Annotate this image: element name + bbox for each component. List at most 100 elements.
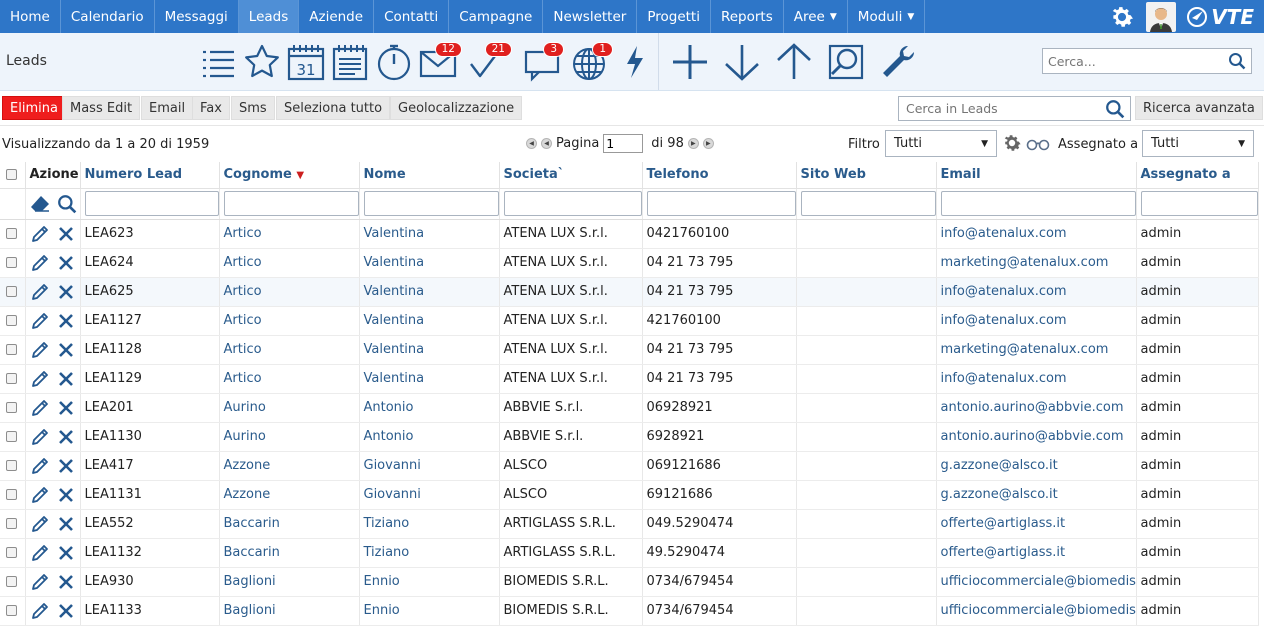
table-row[interactable]: LEA417 Azzone Giovanni ALSCO 069121686 g.azzo… [0,451,1259,481]
delete-x-icon[interactable] [57,312,75,330]
row-checkbox[interactable] [6,518,17,529]
delete-x-icon[interactable] [57,283,75,301]
leads-search-input[interactable] [899,98,1105,119]
cell-email[interactable]: ufficiocommerciale@biomedis.it [936,567,1137,597]
export-arrow-up-icon[interactable] [772,39,816,85]
row-checkbox[interactable] [6,228,17,239]
prev-page-icon[interactable]: ◀ [541,138,552,149]
column-header-cognome[interactable]: Cognome ▼ [219,162,360,189]
last-page-icon[interactable]: ▶ [702,138,714,149]
cell-email[interactable]: g.azzone@alsco.it [936,480,1137,510]
tasks-check-icon[interactable]: 21 [464,39,512,85]
advanced-search-button[interactable]: Ricerca avanzata [1135,96,1263,120]
table-row[interactable]: LEA1127 Artico Valentina ATENA LUX S.r.l. 42… [0,306,1259,336]
delete-x-icon[interactable] [57,573,75,591]
edit-pencil-icon[interactable] [30,514,50,534]
global-search-icon[interactable] [1228,52,1251,70]
nav-item-contatti[interactable]: Contatti [374,0,450,33]
cell-cognome[interactable]: Artico [219,219,360,249]
edit-pencil-icon[interactable] [30,369,50,389]
cell-email[interactable]: antonio.aurino@abbvie.com [936,422,1137,452]
nav-item-leads[interactable]: Leads [238,0,300,33]
row-checkbox[interactable] [6,576,17,587]
table-row[interactable]: LEA625 Artico Valentina ATENA LUX S.r.l. 04 … [0,277,1259,307]
nav-item-moduli[interactable]: Moduli ▼ [848,0,926,33]
find-duplicates-icon[interactable] [824,39,868,85]
assigned-to-select[interactable]: Tutti ▼ [1142,130,1254,157]
delete-x-icon[interactable] [57,515,75,533]
cell-nome[interactable]: Valentina [359,364,500,394]
delete-x-icon[interactable] [57,486,75,504]
table-row[interactable]: LEA1128 Artico Valentina ATENA LUX S.r.l. 04… [0,335,1259,365]
cell-nome[interactable]: Antonio [359,422,500,452]
cell-cognome[interactable]: Artico [219,335,360,365]
cell-cognome[interactable]: Azzone [219,451,360,481]
nav-item-messaggi[interactable]: Messaggi [155,0,239,33]
lightning-icon[interactable] [612,39,656,85]
view-glasses-icon[interactable] [1026,137,1050,151]
edit-pencil-icon[interactable] [30,340,50,360]
filter-societa-input[interactable] [503,191,641,216]
filter-select[interactable]: Tutti ▼ [885,130,997,157]
row-checkbox[interactable] [6,460,17,471]
select-all-button[interactable]: Seleziona tutto [276,96,391,120]
first-page-icon[interactable]: ◀ [526,138,537,149]
table-row[interactable]: LEA201 Aurino Antonio ABBVIE S.r.l. 06928921… [0,393,1259,423]
edit-pencil-icon[interactable] [30,456,50,476]
cell-nome[interactable]: Valentina [359,277,500,307]
table-row[interactable]: LEA1130 Aurino Antonio ABBVIE S.r.l. 6928921… [0,422,1259,452]
chat-icon[interactable]: 3 [520,39,564,85]
cell-cognome[interactable]: Azzone [219,480,360,510]
nav-item-campagne[interactable]: Campagne [449,0,544,33]
row-checkbox[interactable] [6,315,17,326]
cell-nome[interactable]: Ennio [359,596,500,626]
cell-cognome[interactable]: Baglioni [219,596,360,626]
row-checkbox[interactable] [6,257,17,268]
row-checkbox[interactable] [6,344,17,355]
filter-assegnato-input[interactable] [1140,191,1257,216]
cell-email[interactable]: ufficiocommerciale@biomedis.it [936,596,1137,626]
delete-x-icon[interactable] [57,370,75,388]
nav-item-aziende[interactable]: Aziende [299,0,375,33]
user-avatar[interactable] [1146,1,1177,32]
table-row[interactable]: LEA1131 Azzone Giovanni ALSCO 69121686 g.azzo… [0,480,1259,510]
table-row[interactable]: LEA552 Baccarin Tiziano ARTIGLASS S.R.L. 049… [0,509,1259,539]
table-row[interactable]: LEA1129 Artico Valentina ATENA LUX S.r.l. 04… [0,364,1259,394]
edit-pencil-icon[interactable] [30,398,50,418]
filter-numero-input[interactable] [84,191,218,216]
delete-x-icon[interactable] [57,428,75,446]
cell-email[interactable]: offerte@artiglass.it [936,509,1137,539]
cell-email[interactable]: info@atenalux.com [936,277,1137,307]
cell-nome[interactable]: Valentina [359,219,500,249]
sms-button[interactable]: Sms [231,96,275,120]
delete-x-icon[interactable] [57,399,75,417]
cell-cognome[interactable]: Artico [219,248,360,278]
filter-settings-gear-icon[interactable] [1001,132,1023,154]
filter-telefono-input[interactable] [646,191,795,216]
nav-item-aree[interactable]: Aree ▼ [784,0,848,33]
cell-email[interactable]: marketing@atenalux.com [936,335,1137,365]
nav-item-progetti[interactable]: Progetti [637,0,711,33]
cell-nome[interactable]: Ennio [359,567,500,597]
nav-item-newsletter[interactable]: Newsletter [543,0,638,33]
clear-filter-eraser-icon[interactable] [30,195,50,213]
cell-nome[interactable]: Tiziano [359,538,500,568]
email-button[interactable]: Email [141,96,194,120]
select-all-checkbox[interactable] [6,169,17,181]
table-row[interactable]: LEA1132 Baccarin Tiziano ARTIGLASS S.R.L. 49… [0,538,1259,568]
settings-gear-icon[interactable] [1108,3,1136,31]
cell-cognome[interactable]: Aurino [219,393,360,423]
email-icon[interactable]: 12 [416,39,462,85]
table-row[interactable]: LEA623 Artico Valentina ATENA LUX S.r.l. 042… [0,219,1259,249]
filter-cognome-input[interactable] [223,191,358,216]
edit-pencil-icon[interactable] [30,427,50,447]
column-header-nome[interactable]: Nome [359,162,500,189]
cell-nome[interactable]: Tiziano [359,509,500,539]
cell-cognome[interactable]: Baglioni [219,567,360,597]
nav-item-calendario[interactable]: Calendario [61,0,155,33]
calendar-icon[interactable]: 31 [284,39,328,85]
edit-pencil-icon[interactable] [30,485,50,505]
cell-nome[interactable]: Valentina [359,306,500,336]
column-header-societa[interactable]: Societa` [499,162,643,189]
cell-email[interactable]: g.azzone@alsco.it [936,451,1137,481]
